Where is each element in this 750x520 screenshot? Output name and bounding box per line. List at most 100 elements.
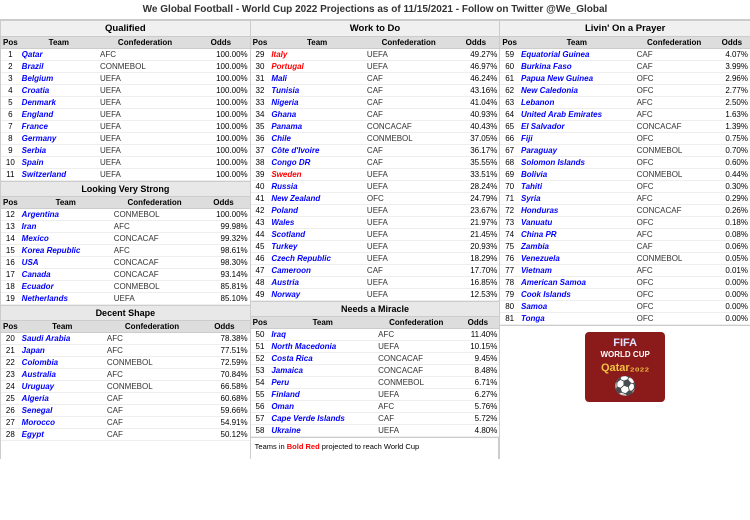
pos-cell: 49 bbox=[251, 289, 270, 301]
odds-cell: 5.76% bbox=[456, 401, 499, 413]
team-cell: Algeria bbox=[20, 393, 105, 405]
conf-cell: CONMEBOL bbox=[98, 61, 192, 73]
team-cell: Burkina Faso bbox=[519, 61, 635, 73]
table-row: 53JamaicaCONCACAF8.48% bbox=[251, 365, 500, 377]
conf-cell: UEFA bbox=[98, 73, 192, 85]
table-row: 11SwitzerlandUEFA100.00% bbox=[1, 169, 250, 181]
pos-cell: 10 bbox=[1, 157, 20, 169]
odds-cell: 46.24% bbox=[452, 73, 499, 85]
col-odds: Odds bbox=[199, 321, 249, 333]
team-cell: American Samoa bbox=[519, 277, 635, 289]
odds-cell: 50.12% bbox=[199, 429, 249, 441]
odds-cell: 100.00% bbox=[192, 121, 250, 133]
conf-cell: AFC bbox=[105, 333, 199, 345]
odds-cell: 18.29% bbox=[452, 253, 499, 265]
conf-cell: AFC bbox=[376, 329, 456, 341]
conf-cell: CONMEBOL bbox=[635, 169, 714, 181]
pos-cell: 20 bbox=[1, 333, 20, 345]
pos-cell: 70 bbox=[500, 181, 519, 193]
pos-cell: 65 bbox=[500, 121, 519, 133]
conf-cell: CONMEBOL bbox=[635, 253, 714, 265]
pos-cell: 42 bbox=[251, 205, 270, 217]
pos-cell: 54 bbox=[251, 377, 270, 389]
odds-cell: 0.05% bbox=[714, 253, 750, 265]
odds-cell: 54.91% bbox=[199, 417, 249, 429]
odds-cell: 0.29% bbox=[714, 193, 750, 205]
pos-cell: 17 bbox=[1, 269, 20, 281]
conf-cell: AFC bbox=[376, 401, 456, 413]
table-row: 67ParaguayCONMEBOL0.70% bbox=[500, 145, 750, 157]
team-cell: Saudi Arabia bbox=[20, 333, 105, 345]
conf-cell: UEFA bbox=[365, 241, 453, 253]
odds-cell: 8.48% bbox=[456, 365, 499, 377]
conf-cell: CAF bbox=[105, 393, 199, 405]
conf-cell: OFC bbox=[635, 313, 714, 325]
team-cell: France bbox=[20, 121, 98, 133]
pos-cell: 78 bbox=[500, 277, 519, 289]
pos-cell: 7 bbox=[1, 121, 20, 133]
team-cell: Ukraine bbox=[269, 425, 376, 437]
pos-cell: 13 bbox=[1, 221, 20, 233]
team-cell: Ecuador bbox=[20, 281, 112, 293]
table-row: 59Equatorial GuineaCAF4.07% bbox=[500, 49, 750, 61]
odds-cell: 0.00% bbox=[714, 301, 750, 313]
odds-cell: 100.00% bbox=[192, 169, 250, 181]
team-cell: Tahiti bbox=[519, 181, 635, 193]
conf-cell: AFC bbox=[635, 265, 714, 277]
col-team: Team bbox=[519, 37, 635, 49]
conf-cell: UEFA bbox=[98, 157, 192, 169]
conf-cell: CONCACAF bbox=[112, 269, 198, 281]
odds-cell: 0.75% bbox=[714, 133, 750, 145]
table-row: 44ScotlandUEFA21.45% bbox=[251, 229, 500, 241]
odds-cell: 0.06% bbox=[714, 241, 750, 253]
pos-cell: 53 bbox=[251, 365, 270, 377]
table-row: 19NetherlandsUEFA85.10% bbox=[1, 293, 250, 305]
pos-cell: 57 bbox=[251, 413, 270, 425]
team-cell: Lebanon bbox=[519, 97, 635, 109]
conf-cell: UEFA bbox=[376, 389, 456, 401]
col-right: Livin' On a Prayer Pos Team Confederatio… bbox=[500, 20, 750, 459]
pos-cell: 6 bbox=[1, 109, 20, 121]
odds-cell: 100.00% bbox=[192, 49, 250, 61]
team-cell: Tunisia bbox=[269, 85, 365, 97]
odds-cell: 100.00% bbox=[192, 145, 250, 157]
team-cell: Fiji bbox=[519, 133, 635, 145]
team-cell: Iran bbox=[20, 221, 112, 233]
team-cell: Netherlands bbox=[20, 293, 112, 305]
pos-cell: 38 bbox=[251, 157, 270, 169]
conf-cell: OFC bbox=[635, 181, 714, 193]
pos-cell: 76 bbox=[500, 253, 519, 265]
pos-cell: 33 bbox=[251, 97, 270, 109]
conf-cell: CONCACAF bbox=[635, 205, 714, 217]
pos-cell: 71 bbox=[500, 193, 519, 205]
table-row: 56OmanAFC5.76% bbox=[251, 401, 500, 413]
pos-cell: 41 bbox=[251, 193, 270, 205]
table-row: 46Czech RepublicUEFA18.29% bbox=[251, 253, 500, 265]
col-conf: Confederation bbox=[98, 37, 192, 49]
table-row: 38Congo DRCAF35.55% bbox=[251, 157, 500, 169]
table-row: 17CanadaCONCACAF93.14% bbox=[1, 269, 250, 281]
conf-cell: CAF bbox=[365, 265, 453, 277]
team-cell: Sweden bbox=[269, 169, 365, 181]
team-cell: Denmark bbox=[20, 97, 98, 109]
col-odds: Odds bbox=[714, 37, 750, 49]
table-row: 81TongaOFC0.00% bbox=[500, 313, 750, 325]
conf-cell: OFC bbox=[635, 73, 714, 85]
pos-cell: 62 bbox=[500, 85, 519, 97]
table-row: 40RussiaUEFA28.24% bbox=[251, 181, 500, 193]
team-cell: Equatorial Guinea bbox=[519, 49, 635, 61]
conf-cell: CONCACAF bbox=[376, 353, 456, 365]
odds-cell: 66.58% bbox=[199, 381, 249, 393]
team-cell: Vanuatu bbox=[519, 217, 635, 229]
decent-shape-table: Pos Team Confederation Odds 20Saudi Arab… bbox=[1, 321, 250, 441]
odds-cell: 41.04% bbox=[452, 97, 499, 109]
pos-cell: 80 bbox=[500, 301, 519, 313]
team-cell: Morocco bbox=[20, 417, 105, 429]
table-row: 12ArgentinaCONMEBOL100.00% bbox=[1, 209, 250, 221]
team-cell: North Macedonia bbox=[269, 341, 376, 353]
col-conf: Confederation bbox=[365, 37, 453, 49]
team-cell: Canada bbox=[20, 269, 112, 281]
pos-cell: 43 bbox=[251, 217, 270, 229]
team-cell: Bolivia bbox=[519, 169, 635, 181]
table-row: 34GhanaCAF40.93% bbox=[251, 109, 500, 121]
